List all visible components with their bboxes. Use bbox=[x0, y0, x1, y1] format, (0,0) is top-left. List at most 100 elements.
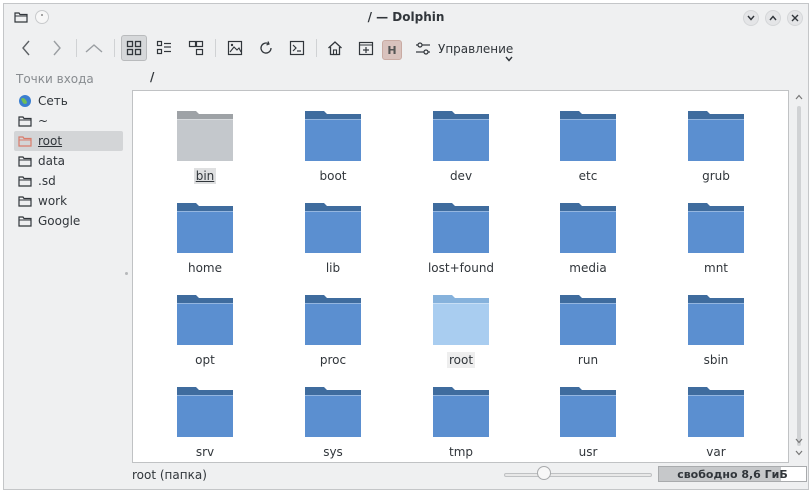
sidebar-item-place[interactable]: Google bbox=[14, 211, 123, 231]
folder-name-text: usr bbox=[578, 445, 598, 459]
folder-item[interactable]: root bbox=[411, 277, 511, 368]
folder-name-text: media bbox=[569, 261, 607, 275]
folder-icon bbox=[18, 214, 32, 228]
icons-view-button[interactable] bbox=[121, 35, 147, 61]
free-space-text: свободно 8,6 ГиБ bbox=[677, 468, 788, 481]
zoom-slider[interactable] bbox=[504, 473, 652, 477]
vertical-scrollbar[interactable] bbox=[791, 90, 807, 463]
folder-item[interactable]: mnt bbox=[666, 185, 766, 275]
folder-item[interactable]: var bbox=[666, 369, 766, 459]
control-menu-button[interactable]: Управление bbox=[438, 42, 513, 56]
folder-icon bbox=[304, 293, 362, 346]
panel-resize-handle[interactable] bbox=[125, 272, 128, 275]
terminal-button[interactable] bbox=[284, 35, 310, 61]
toolbar-separator bbox=[316, 39, 317, 57]
folder-item[interactable]: media bbox=[538, 185, 638, 275]
sidebar-item-place[interactable]: work bbox=[14, 191, 123, 211]
folder-item[interactable]: sbin bbox=[666, 277, 766, 367]
folder-item[interactable]: lib bbox=[283, 185, 383, 275]
folder-icon bbox=[176, 293, 234, 346]
sidebar-item-label: ~ bbox=[38, 114, 49, 128]
folder-item[interactable]: usr bbox=[538, 369, 638, 459]
scrollbar-track[interactable] bbox=[797, 106, 801, 446]
folder-icon bbox=[559, 201, 617, 254]
dolphin-window: / — Dolphin H Управление Точки входа Сет… bbox=[3, 3, 809, 490]
settings-sliders-icon[interactable] bbox=[414, 40, 432, 61]
scroll-up-icon[interactable] bbox=[795, 94, 803, 100]
maximize-button[interactable] bbox=[765, 10, 781, 26]
sidebar-item-network[interactable]: Сеть bbox=[14, 91, 123, 111]
breadcrumb[interactable]: / bbox=[150, 70, 154, 84]
scroll-down-icon[interactable] bbox=[795, 438, 803, 444]
folder-icon bbox=[559, 293, 617, 346]
chevron-down-icon bbox=[505, 51, 513, 65]
folder-icon bbox=[432, 109, 490, 162]
folder-name-text: proc bbox=[319, 353, 347, 367]
status-text: root (папка) bbox=[132, 468, 207, 482]
folder-icon bbox=[18, 134, 32, 148]
sidebar-item-place[interactable]: .sd bbox=[14, 171, 123, 191]
folder-item[interactable]: sys bbox=[283, 369, 383, 459]
folder-icon bbox=[304, 385, 362, 438]
compact-view-button[interactable] bbox=[151, 35, 177, 61]
sidebar-item-place[interactable]: ~ bbox=[14, 111, 123, 131]
reload-button[interactable] bbox=[253, 35, 279, 61]
folder-item[interactable]: bin bbox=[155, 93, 255, 184]
folder-name: sbin bbox=[666, 353, 766, 367]
folder-icon bbox=[304, 109, 362, 162]
sidebar-item-label: work bbox=[38, 194, 68, 208]
folder-name: tmp bbox=[411, 445, 511, 459]
folder-name-text: root bbox=[446, 352, 476, 368]
folder-name: media bbox=[538, 261, 638, 275]
folder-item[interactable]: home bbox=[155, 185, 255, 275]
folder-name-text: boot bbox=[319, 169, 347, 183]
folder-name-text: opt bbox=[195, 353, 215, 367]
close-button[interactable] bbox=[787, 10, 803, 26]
sidebar-item-place[interactable]: data bbox=[14, 151, 123, 171]
zoom-slider-handle[interactable] bbox=[536, 466, 551, 480]
folder-item[interactable]: boot bbox=[283, 93, 383, 183]
folder-item[interactable]: tmp bbox=[411, 369, 511, 459]
details-view-button[interactable] bbox=[183, 35, 209, 61]
new-tab-button[interactable] bbox=[353, 35, 379, 61]
folder-item[interactable]: proc bbox=[283, 277, 383, 367]
image-preview-icon bbox=[227, 40, 243, 56]
toolbar-separator bbox=[215, 39, 216, 57]
title-bar: / — Dolphin bbox=[4, 4, 808, 30]
network-globe-icon bbox=[18, 94, 32, 108]
folder-name: run bbox=[538, 353, 638, 367]
folder-icon bbox=[18, 114, 32, 128]
close-icon bbox=[791, 14, 799, 22]
folder-icon bbox=[18, 154, 32, 168]
folder-name-text: home bbox=[187, 261, 223, 275]
folder-item[interactable]: grub bbox=[666, 93, 766, 183]
home-button[interactable] bbox=[322, 35, 348, 61]
sidebar-item-place[interactable]: root bbox=[14, 131, 123, 151]
folder-icon bbox=[176, 109, 234, 162]
folder-name-text: grub bbox=[702, 169, 730, 183]
folder-item[interactable]: srv bbox=[155, 369, 255, 459]
toolbar-separator bbox=[76, 39, 77, 57]
folder-item[interactable]: lost+found bbox=[411, 185, 511, 275]
folder-icon bbox=[432, 293, 490, 346]
folder-icon bbox=[176, 201, 234, 254]
scroll-down-icon[interactable] bbox=[795, 450, 803, 456]
file-view[interactable]: bin boot dev etc grub home lib lost+found media m… bbox=[132, 90, 789, 463]
folder-name: boot bbox=[283, 169, 383, 183]
folder-item[interactable]: dev bbox=[411, 93, 511, 183]
forward-button[interactable] bbox=[44, 35, 70, 61]
folder-item[interactable]: opt bbox=[155, 277, 255, 367]
folder-item[interactable]: etc bbox=[538, 93, 638, 183]
folder-name: proc bbox=[283, 353, 383, 367]
folder-name: grub bbox=[666, 169, 766, 183]
show-hidden-button[interactable]: H bbox=[382, 40, 402, 60]
up-button[interactable] bbox=[81, 35, 107, 61]
back-button[interactable] bbox=[13, 35, 39, 61]
folder-name: lib bbox=[283, 261, 383, 275]
minimize-button[interactable] bbox=[743, 10, 759, 26]
sidebar-item-label: Google bbox=[38, 214, 81, 228]
chevron-up-icon bbox=[769, 15, 777, 21]
sidebar-item-label: .sd bbox=[38, 174, 56, 188]
folder-item[interactable]: run bbox=[538, 277, 638, 367]
preview-button[interactable] bbox=[222, 35, 248, 61]
